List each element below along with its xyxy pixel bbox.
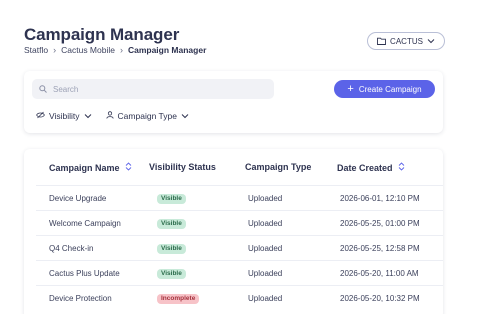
- org-selector-button[interactable]: CACTUS: [367, 32, 445, 50]
- table-header: Campaign Name Visibility Status Campaign…: [24, 157, 443, 179]
- column-header-label: Campaign Type: [245, 162, 312, 172]
- campaign-type: Uploaded: [248, 244, 283, 253]
- column-header-date-created[interactable]: Date Created: [337, 162, 405, 173]
- date-created: 2026-05-25, 12:58 PM: [340, 244, 420, 253]
- visibility-filter-label: Visibility: [49, 111, 80, 121]
- campaign-name[interactable]: Device Upgrade: [49, 194, 106, 203]
- campaign-type-filter[interactable]: Campaign Type: [105, 111, 189, 121]
- table-row[interactable]: Device Upgrade Visible Uploaded 2026-06-…: [36, 185, 443, 210]
- campaign-name[interactable]: Welcome Campaign: [49, 219, 121, 228]
- date-created: 2026-05-20, 10:32 PM: [340, 294, 420, 303]
- column-header-campaign-type: Campaign Type: [245, 162, 311, 172]
- breadcrumb-item-statflo[interactable]: Statflo: [24, 45, 48, 55]
- campaign-name[interactable]: Q4 Check-in: [49, 244, 93, 253]
- column-header-campaign-name[interactable]: Campaign Name: [49, 162, 132, 173]
- column-header-label: Campaign Name: [49, 162, 120, 173]
- status-badge: Incomplete: [157, 294, 200, 304]
- user-icon: [105, 111, 114, 121]
- campaign-type: Uploaded: [248, 269, 283, 278]
- plus-icon: +: [347, 82, 354, 95]
- eye-icon: [36, 111, 45, 121]
- toolbar-panel: + Create Campaign Visibility Campaign Ty…: [24, 71, 443, 133]
- date-created: 2026-05-25, 01:00 PM: [340, 219, 420, 228]
- table-row[interactable]: Welcome Campaign Visible Uploaded 2026-0…: [36, 210, 443, 235]
- campaign-name[interactable]: Device Protection: [49, 294, 112, 303]
- breadcrumb-item-current: Campaign Manager: [127, 45, 207, 55]
- column-header-label: Visibility Status: [149, 162, 216, 172]
- table-row[interactable]: Cactus Plus Update Visible Uploaded 2026…: [36, 260, 443, 285]
- column-header-visibility-status: Visibility Status: [149, 162, 216, 172]
- date-created: 2026-05-20, 11:00 AM: [340, 269, 419, 278]
- breadcrumb: Statflo › Cactus Mobile › Campaign Manag…: [24, 45, 206, 55]
- search-input[interactable]: [53, 84, 253, 94]
- campaign-table: Campaign Name Visibility Status Campaign…: [24, 149, 443, 314]
- campaign-name[interactable]: Cactus Plus Update: [49, 269, 120, 278]
- search-icon: [39, 80, 47, 98]
- create-campaign-button[interactable]: + Create Campaign: [334, 80, 435, 98]
- chevron-down-icon: [84, 111, 92, 121]
- column-header-label: Date Created: [337, 162, 393, 173]
- sort-icon[interactable]: [125, 162, 132, 173]
- campaign-type: Uploaded: [248, 194, 283, 203]
- folder-icon: [377, 37, 386, 45]
- chevron-right-icon: ›: [53, 45, 57, 55]
- table-row[interactable]: Device Protection Incomplete Uploaded 20…: [36, 285, 443, 310]
- create-campaign-label: Create Campaign: [358, 84, 422, 94]
- status-badge: Visible: [157, 219, 186, 229]
- search-box: [32, 79, 274, 99]
- status-badge: Visible: [157, 194, 186, 204]
- campaign-type-filter-label: Campaign Type: [117, 111, 177, 121]
- status-badge: Visible: [157, 269, 186, 279]
- table-row[interactable]: Q4 Check-in Visible Uploaded 2026-05-25,…: [36, 235, 443, 260]
- visibility-filter[interactable]: Visibility: [36, 111, 92, 121]
- chevron-down-icon: [181, 111, 189, 121]
- date-created: 2026-06-01, 12:10 PM: [340, 194, 420, 203]
- page-title: Campaign Manager: [24, 25, 180, 44]
- org-selector-label: CACTUS: [390, 36, 423, 46]
- chevron-right-icon: ›: [119, 45, 123, 55]
- filter-bar: Visibility Campaign Type: [36, 111, 189, 121]
- chevron-down-icon: [427, 38, 435, 44]
- breadcrumb-item-cactus-mobile[interactable]: Cactus Mobile: [61, 45, 115, 55]
- sort-icon[interactable]: [398, 162, 405, 173]
- status-badge: Visible: [157, 244, 186, 254]
- campaign-type: Uploaded: [248, 219, 283, 228]
- campaign-type: Uploaded: [248, 294, 283, 303]
